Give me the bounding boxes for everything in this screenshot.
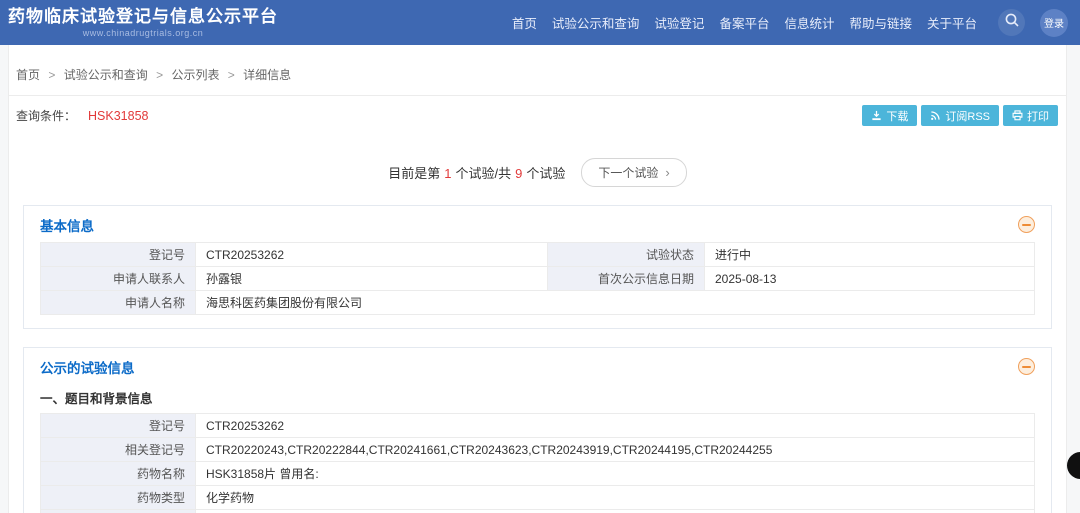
search-icon: [1004, 12, 1020, 33]
field-value: 企业选择不公示: [196, 510, 1035, 513]
table-row: 申请人联系人 孙露银 首次公示信息日期 2025-08-13: [41, 267, 1035, 291]
site-header: 药物临床试验登记与信息公示平台 www.chinadrugtrials.org.…: [0, 0, 1080, 45]
chevron-right-icon: ›: [665, 166, 669, 179]
current-trial-number: 1: [444, 166, 451, 181]
table-row: 药物类型 化学药物: [41, 486, 1035, 510]
field-value: CTR20220243,CTR20222844,CTR20241661,CTR2…: [196, 438, 1035, 462]
section-basic-title: 基本信息: [40, 215, 94, 235]
table-row: 登记号 CTR20253262: [41, 414, 1035, 438]
breadcrumb-home[interactable]: 首页: [16, 68, 40, 82]
toolbar: 下载 订阅RSS: [862, 105, 1058, 126]
search-button[interactable]: [998, 9, 1025, 36]
query-condition: 查询条件： HSK31858: [16, 107, 148, 124]
collapse-icon[interactable]: [1018, 358, 1035, 375]
table-row: 申请人名称 海思科医药集团股份有限公司: [41, 291, 1035, 315]
table-row: 相关登记号 CTR20220243,CTR20222844,CTR2024166…: [41, 438, 1035, 462]
nav-about[interactable]: 关于平台: [927, 13, 977, 32]
field-value: 化学药物: [196, 486, 1035, 510]
field-label: 临床申请受理号: [41, 510, 196, 513]
table-row: 登记号 CTR20253262 试验状态 进行中: [41, 243, 1035, 267]
print-icon: [1012, 110, 1023, 121]
table-row: 临床申请受理号 企业选择不公示: [41, 510, 1035, 513]
field-label: 登记号: [41, 414, 196, 438]
field-value: CTR20253262: [196, 414, 1035, 438]
total-trial-number: 9: [515, 166, 522, 181]
section-public-trial-info: 公示的试验信息 一、题目和背景信息 登记号 CTR20253262 相关登记号 …: [23, 347, 1052, 513]
field-label: 药物类型: [41, 486, 196, 510]
public-trial-table: 登记号 CTR20253262 相关登记号 CTR20220243,CTR202…: [40, 413, 1035, 513]
nav-help-links[interactable]: 帮助与链接: [849, 13, 912, 32]
site-url: www.chinadrugtrials.org.cn: [8, 28, 278, 38]
field-value: HSK31858片 曾用名:: [196, 462, 1035, 486]
field-label: 药物名称: [41, 462, 196, 486]
rss-icon: [930, 110, 941, 121]
nav-statistics[interactable]: 信息统计: [784, 13, 834, 32]
nav-trial-search[interactable]: 试验公示和查询: [552, 13, 640, 32]
section-basic-info: 基本信息 登记号 CTR20253262 试验状态 进行中 申请人联系人 孙露银…: [23, 205, 1052, 329]
basic-info-table: 登记号 CTR20253262 试验状态 进行中 申请人联系人 孙露银 首次公示…: [40, 242, 1035, 315]
field-value: CTR20253262: [196, 243, 548, 267]
print-button[interactable]: 打印: [1003, 105, 1058, 126]
field-value: 进行中: [705, 243, 1035, 267]
breadcrumb-separator: >: [228, 68, 235, 82]
section-public-title: 公示的试验信息: [40, 357, 135, 377]
site-title: 药物临床试验登记与信息公示平台: [8, 7, 278, 27]
breadcrumb-separator: >: [156, 68, 163, 82]
field-value: 2025-08-13: [705, 267, 1035, 291]
page: 药物临床试验登记与信息公示平台 www.chinadrugtrials.org.…: [0, 0, 1080, 513]
main-container: 首页 > 试验公示和查询 > 公示列表 > 详细信息 查询条件： HSK3185…: [8, 45, 1067, 513]
download-button[interactable]: 下载: [862, 105, 917, 126]
main-nav: 首页 试验公示和查询 试验登记 备案平台 信息统计 帮助与链接 关于平台 登录: [512, 9, 1068, 37]
field-value: 海思科医药集团股份有限公司: [196, 291, 1035, 315]
field-label: 申请人联系人: [41, 267, 196, 291]
subsection-title: 一、题目和背景信息: [40, 388, 1035, 407]
field-value: 孙露银: [196, 267, 548, 291]
field-label: 试验状态: [548, 243, 705, 267]
floating-widget-button[interactable]: [1067, 452, 1080, 479]
breadcrumb-public-list[interactable]: 公示列表: [171, 68, 219, 82]
query-label: 查询条件：: [16, 107, 76, 124]
breadcrumb-trial-search[interactable]: 试验公示和查询: [64, 68, 148, 82]
next-trial-button[interactable]: 下一个试验 ›: [581, 158, 686, 187]
pagination-row: 目前是第1个试验/共9个试验 下一个试验 ›: [9, 158, 1066, 187]
rss-subscribe-button[interactable]: 订阅RSS: [921, 105, 999, 126]
login-button[interactable]: 登录: [1040, 9, 1068, 37]
nav-home[interactable]: 首页: [512, 13, 537, 32]
pagination-status: 目前是第1个试验/共9个试验: [388, 163, 565, 182]
nav-filing-platform[interactable]: 备案平台: [719, 13, 769, 32]
breadcrumb-separator: >: [48, 68, 55, 82]
query-row: 查询条件： HSK31858 下载: [9, 96, 1066, 134]
field-label: 登记号: [41, 243, 196, 267]
field-label: 相关登记号: [41, 438, 196, 462]
download-icon: [871, 110, 882, 121]
field-label: 首次公示信息日期: [548, 267, 705, 291]
table-row: 药物名称 HSK31858片 曾用名:: [41, 462, 1035, 486]
query-value: HSK31858: [88, 109, 148, 123]
breadcrumb: 首页 > 试验公示和查询 > 公示列表 > 详细信息: [9, 45, 1066, 96]
collapse-icon[interactable]: [1018, 216, 1035, 233]
breadcrumb-detail: 详细信息: [243, 68, 291, 82]
field-label: 申请人名称: [41, 291, 196, 315]
nav-trial-register[interactable]: 试验登记: [654, 13, 704, 32]
section-public-header: 公示的试验信息: [40, 355, 1035, 378]
site-brand[interactable]: 药物临床试验登记与信息公示平台 www.chinadrugtrials.org.…: [8, 7, 278, 38]
section-basic-header: 基本信息: [40, 213, 1035, 236]
